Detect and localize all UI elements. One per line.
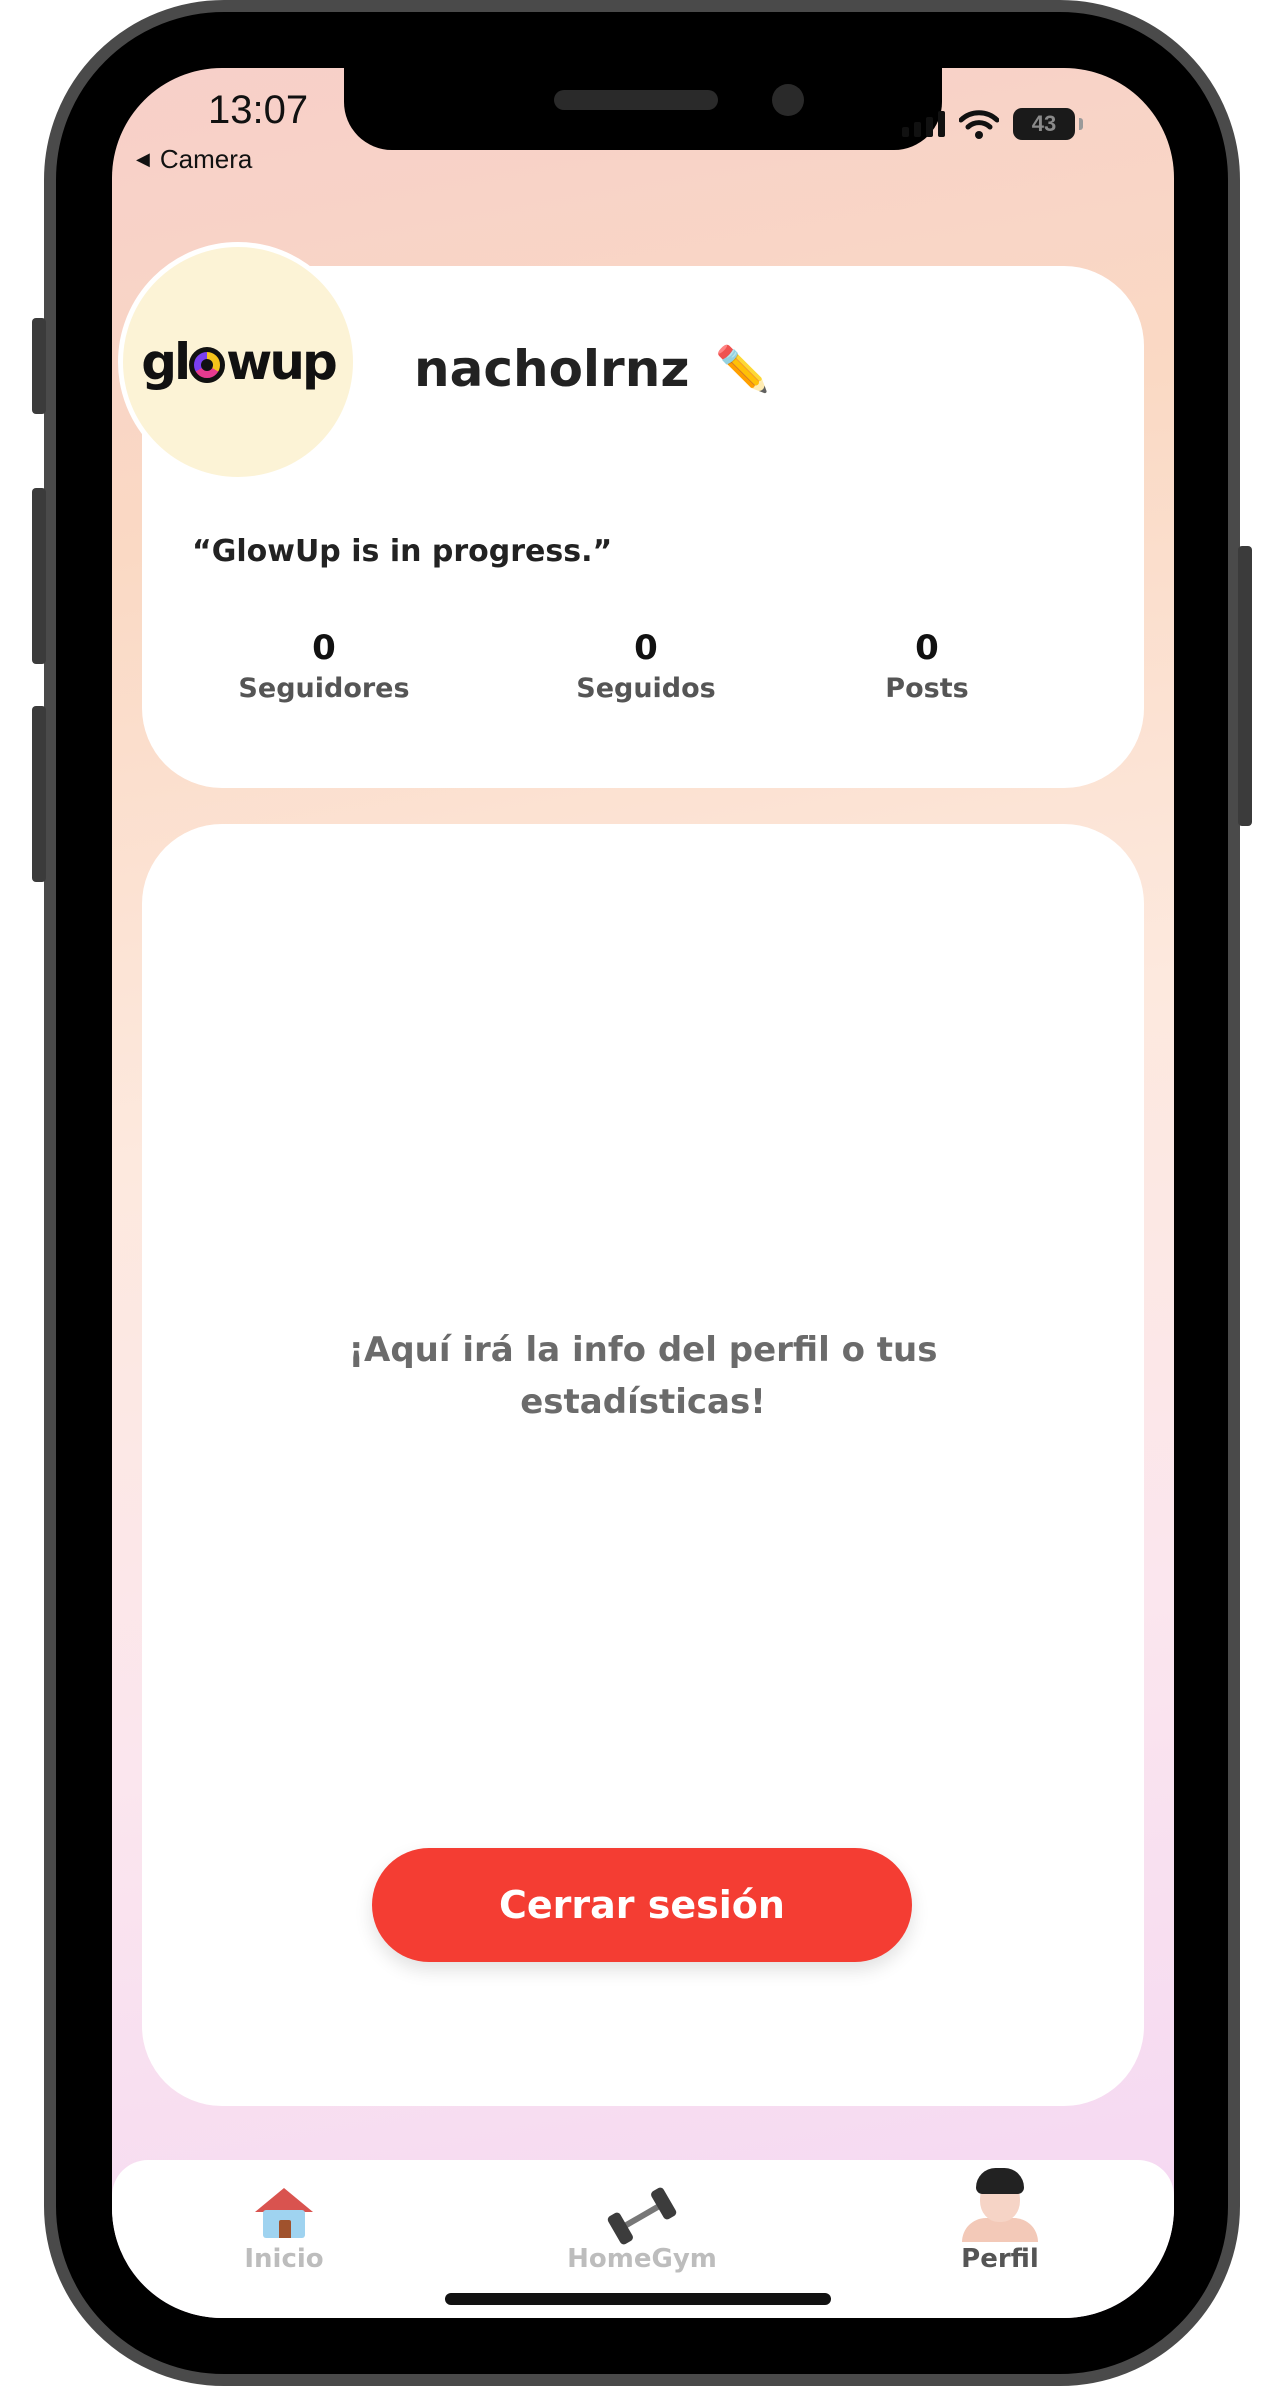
tab-perfil[interactable]: Perfil <box>900 2168 1100 2274</box>
username: nacholrnz <box>414 340 690 398</box>
back-to-camera-link[interactable]: ◀ Camera <box>136 144 252 175</box>
stat-followers-label: Seguidores <box>238 672 410 704</box>
house-icon <box>255 2168 313 2238</box>
tab-perfil-label: Perfil <box>961 2244 1039 2274</box>
back-label: Camera <box>159 144 253 174</box>
glowup-logo: gl wup <box>141 333 338 391</box>
tab-inicio[interactable]: Inicio <box>184 2168 384 2274</box>
cellular-signal-icon <box>902 111 945 137</box>
app-screen: 13:07 ◀ Camera 43 gl wup nacholrnz ✏️ “G… <box>112 68 1174 2318</box>
logout-button[interactable]: Cerrar sesión <box>372 1848 912 1962</box>
volume-down-button <box>32 706 46 882</box>
home-indicator <box>445 2293 831 2305</box>
battery-icon: 43 <box>1013 108 1083 140</box>
profile-avatar[interactable]: gl wup <box>118 242 358 482</box>
stat-following[interactable]: 0 Seguidos <box>576 628 716 704</box>
status-indicators: 43 <box>902 108 1083 140</box>
dumbbell-icon <box>606 2168 678 2246</box>
back-arrow-icon: ◀ <box>136 149 150 169</box>
stat-posts-label: Posts <box>885 672 969 704</box>
logo-text-end: wup <box>226 333 338 391</box>
status-time: 13:07 <box>208 88 309 132</box>
placeholder-line-2: estadísticas! <box>520 1382 766 1422</box>
profile-bio: “GlowUp is in progress.” <box>192 534 613 569</box>
notch <box>344 68 942 150</box>
profile-username-row: nacholrnz ✏️ <box>414 340 770 398</box>
pencil-icon[interactable]: ✏️ <box>715 343 770 395</box>
speaker-grille <box>554 90 718 110</box>
stat-posts[interactable]: 0 Posts <box>885 628 968 704</box>
placeholder-line-1: ¡Aquí irá la info del perfil o tus <box>348 1330 938 1370</box>
volume-up-button <box>32 488 46 664</box>
person-icon <box>958 2168 1042 2242</box>
front-camera <box>772 84 804 116</box>
tab-homegym[interactable]: HomeGym <box>542 2168 742 2274</box>
wifi-icon <box>959 110 999 139</box>
tab-homegym-label: HomeGym <box>567 2244 717 2274</box>
tab-inicio-label: Inicio <box>244 2244 324 2274</box>
stat-followers[interactable]: 0 Seguidores <box>238 628 409 704</box>
stats-placeholder-text: ¡Aquí irá la info del perfil o tus estad… <box>112 1324 1174 1428</box>
stat-following-label: Seguidos <box>576 672 716 704</box>
stat-posts-value: 0 <box>915 628 939 668</box>
silent-switch <box>32 318 46 414</box>
logo-o-icon <box>189 347 226 383</box>
stat-followers-value: 0 <box>312 628 336 668</box>
power-button <box>1238 546 1252 826</box>
logo-text-start: gl <box>141 333 191 391</box>
stat-following-value: 0 <box>634 628 658 668</box>
